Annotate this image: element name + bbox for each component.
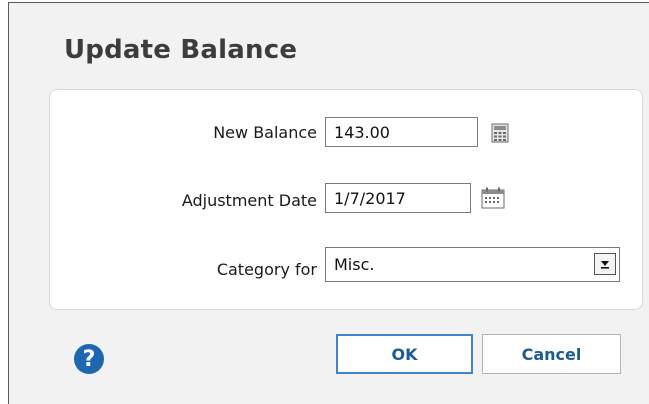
cancel-button[interactable]: Cancel (482, 334, 621, 374)
adjustment-date-input[interactable] (325, 183, 471, 213)
help-icon[interactable]: ? (74, 344, 104, 374)
adjustment-date-label: Adjustment Date (181, 191, 317, 210)
calendar-icon[interactable] (481, 187, 505, 213)
dropdown-arrow-icon[interactable] (594, 253, 616, 275)
ok-button[interactable]: OK (336, 334, 473, 374)
new-balance-input[interactable] (325, 117, 478, 147)
new-balance-label: New Balance (213, 123, 317, 142)
dialog-title: Update Balance (64, 35, 298, 65)
category-value: Misc. (334, 255, 375, 274)
category-label: Category for (216, 260, 317, 279)
update-balance-dialog: Update Balance New Balance Adjustment Da… (8, 2, 649, 404)
form-panel: New Balance Adjustment Date (49, 89, 643, 310)
category-select[interactable]: Misc. (325, 247, 620, 282)
calculator-icon[interactable] (491, 123, 509, 147)
